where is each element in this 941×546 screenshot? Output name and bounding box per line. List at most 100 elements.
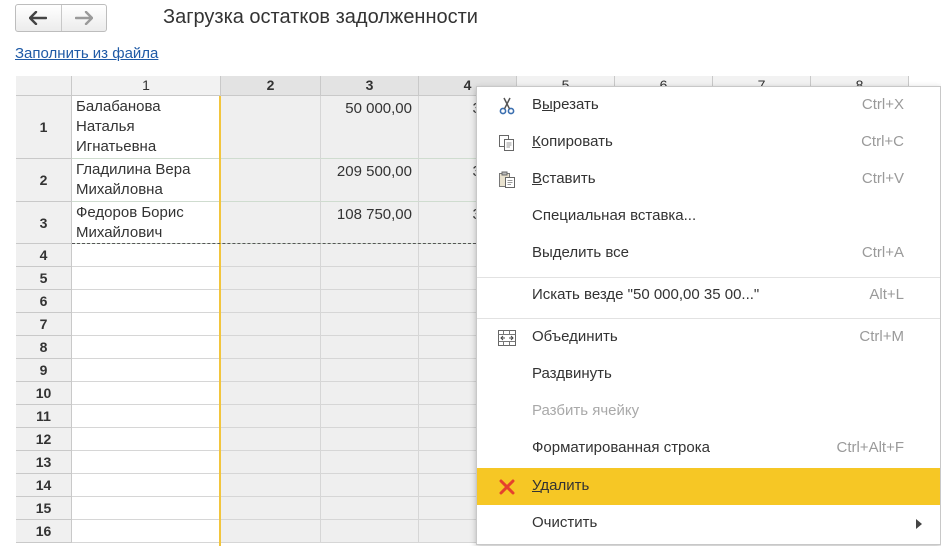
table-cell[interactable] xyxy=(321,405,419,428)
menu-item-spread[interactable]: Раздвинуть xyxy=(477,356,940,393)
table-cell[interactable] xyxy=(72,497,221,520)
table-cell[interactable] xyxy=(72,405,221,428)
table-cell[interactable] xyxy=(221,159,321,202)
table-cell[interactable] xyxy=(72,336,221,359)
submenu-arrow-icon xyxy=(916,519,922,529)
table-cell[interactable] xyxy=(221,96,321,159)
menu-shortcut: Ctrl+M xyxy=(859,328,904,345)
back-button[interactable] xyxy=(16,5,61,31)
table-cell[interactable] xyxy=(321,451,419,474)
menu-item-search-everywhere[interactable]: Искать везде "50 000,00 35 00..." Alt+L xyxy=(477,277,940,314)
table-cell[interactable] xyxy=(321,382,419,405)
table-cell[interactable] xyxy=(321,474,419,497)
forward-button[interactable] xyxy=(60,5,107,31)
menu-item-copy[interactable]: Копировать Ctrl+C xyxy=(477,124,940,161)
column-header[interactable]: 2 xyxy=(221,76,321,96)
table-cell[interactable] xyxy=(72,474,221,497)
table-cell[interactable] xyxy=(321,244,419,267)
table-cell[interactable] xyxy=(221,497,321,520)
table-cell[interactable] xyxy=(72,267,221,290)
table-cell[interactable] xyxy=(321,497,419,520)
fill-from-file-link[interactable]: Заполнить из файла xyxy=(15,45,158,62)
row-header[interactable]: 7 xyxy=(16,313,72,336)
row-header[interactable]: 13 xyxy=(16,451,72,474)
table-cell[interactable] xyxy=(321,313,419,336)
table-cell[interactable] xyxy=(221,382,321,405)
menu-item-cut[interactable]: Вырезать Ctrl+X xyxy=(477,87,940,124)
menu-item-split-cell: Разбить ячейку xyxy=(532,402,640,419)
table-cell[interactable] xyxy=(72,382,221,405)
table-cell[interactable] xyxy=(72,244,221,267)
table-cell[interactable]: Федоров Борис Михайлович xyxy=(72,202,221,244)
row-header[interactable]: 6 xyxy=(16,290,72,313)
table-cell[interactable] xyxy=(221,428,321,451)
menu-item-paste[interactable]: Вставить Ctrl+V xyxy=(477,161,940,198)
table-cell[interactable] xyxy=(72,359,221,382)
table-cell[interactable]: Гладилина Вера Михайловна xyxy=(72,159,221,202)
menu-shortcut: Alt+L xyxy=(869,286,904,303)
context-menu: Вырезать Ctrl+X Копировать Ctrl+C Встави… xyxy=(476,86,941,545)
column-header[interactable]: 3 xyxy=(321,76,419,96)
row-header[interactable]: 1 xyxy=(16,96,72,159)
table-cell[interactable]: 209 500,00 xyxy=(321,159,419,202)
row-header[interactable]: 9 xyxy=(16,359,72,382)
nav-buttons xyxy=(15,4,107,32)
row-header[interactable]: 15 xyxy=(16,497,72,520)
row-header[interactable]: 14 xyxy=(16,474,72,497)
scissors-icon xyxy=(497,96,517,116)
table-cell[interactable] xyxy=(221,405,321,428)
selection-dashed-border xyxy=(72,243,476,244)
row-header[interactable]: 10 xyxy=(16,382,72,405)
row-header[interactable]: 4 xyxy=(16,244,72,267)
row-header[interactable]: 11 xyxy=(16,405,72,428)
table-cell[interactable] xyxy=(221,244,321,267)
table-cell[interactable]: Балабанова Наталья Игнатьевна xyxy=(72,96,221,159)
table-cell[interactable] xyxy=(221,267,321,290)
table-cell[interactable] xyxy=(221,474,321,497)
table-cell[interactable] xyxy=(72,428,221,451)
table-cell[interactable] xyxy=(321,359,419,382)
table-cell[interactable] xyxy=(72,520,221,543)
row-header[interactable]: 16 xyxy=(16,520,72,543)
menu-item-delete[interactable]: Удалить xyxy=(477,468,940,505)
table-cell[interactable] xyxy=(321,267,419,290)
delete-x-icon xyxy=(497,477,517,497)
row-header[interactable]: 2 xyxy=(16,159,72,202)
menu-item-paste-special[interactable]: Специальная вставка... xyxy=(477,198,940,235)
table-cell[interactable] xyxy=(321,520,419,543)
menu-item-formatted-string[interactable]: Форматированная строка Ctrl+Alt+F xyxy=(477,430,940,467)
arrow-left-icon xyxy=(29,11,48,25)
menu-item-clear[interactable]: Очистить xyxy=(477,505,940,542)
menu-shortcut: Ctrl+Alt+F xyxy=(836,439,904,456)
menu-item-select-all[interactable]: Выделить все Ctrl+A xyxy=(477,235,940,272)
page-title: Загрузка остатков задолженности xyxy=(163,6,478,28)
table-cell[interactable] xyxy=(72,451,221,474)
arrow-right-icon xyxy=(74,11,93,25)
table-cell[interactable]: 108 750,00 xyxy=(321,202,419,244)
column-marker xyxy=(219,96,221,546)
table-cell[interactable] xyxy=(221,520,321,543)
merge-cells-icon xyxy=(497,328,517,348)
row-header[interactable]: 5 xyxy=(16,267,72,290)
table-cell[interactable] xyxy=(72,290,221,313)
grid-corner[interactable] xyxy=(16,76,72,96)
row-header[interactable]: 12 xyxy=(16,428,72,451)
table-cell[interactable] xyxy=(221,359,321,382)
table-cell[interactable] xyxy=(321,336,419,359)
table-cell[interactable] xyxy=(221,313,321,336)
table-cell[interactable] xyxy=(221,202,321,244)
column-header[interactable]: 1 xyxy=(72,76,221,96)
table-cell[interactable] xyxy=(321,290,419,313)
row-header[interactable]: 8 xyxy=(16,336,72,359)
table-cell[interactable]: 50 000,00 xyxy=(321,96,419,159)
table-cell[interactable] xyxy=(221,451,321,474)
table-cell[interactable] xyxy=(72,313,221,336)
menu-item-merge[interactable]: Объединить Ctrl+M xyxy=(477,319,940,356)
paste-icon xyxy=(497,170,517,190)
table-cell[interactable] xyxy=(221,290,321,313)
copy-icon xyxy=(497,133,517,153)
table-cell[interactable] xyxy=(221,336,321,359)
menu-shortcut: Ctrl+A xyxy=(861,244,904,261)
row-header[interactable]: 3 xyxy=(16,202,72,244)
table-cell[interactable] xyxy=(321,428,419,451)
